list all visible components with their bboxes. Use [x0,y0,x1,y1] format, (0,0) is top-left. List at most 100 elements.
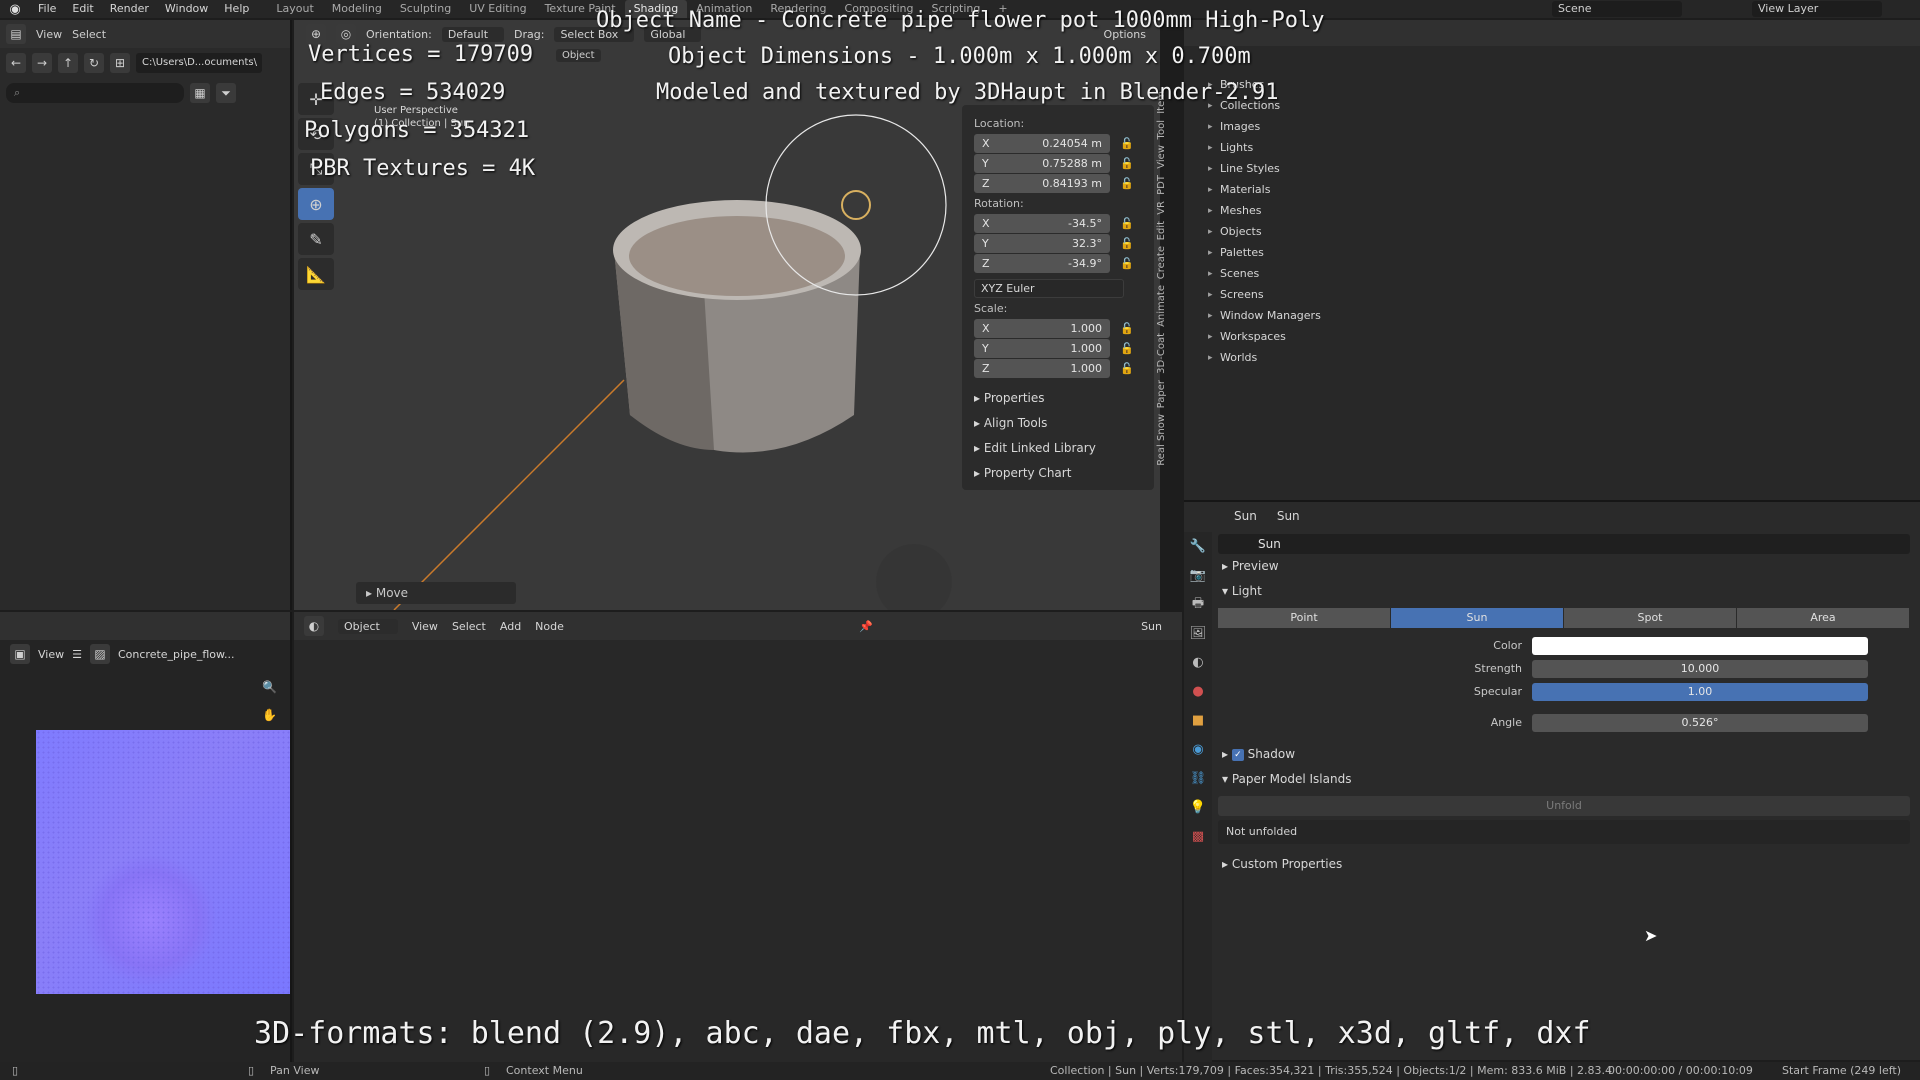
node-mode-dropdown[interactable]: Object [338,618,398,634]
vtab-animate[interactable]: Animate [1156,285,1167,327]
outliner-item-images[interactable]: ▸ Images [1184,116,1920,137]
image-browse-icon[interactable]: ▨ [89,644,110,664]
outliner-item-worlds[interactable]: ▸ Worlds [1184,347,1920,368]
vtab-real-snow[interactable]: Real Snow [1156,414,1167,466]
image-name-field[interactable]: Concrete_pipe_flow... [118,648,234,661]
node-editor[interactable]: ◐ Object View Select Add Node 📌 Sun [294,612,1182,1062]
header-object-name[interactable]: Sun [1234,509,1257,523]
vtab-view[interactable]: View [1156,145,1167,169]
lock-icon[interactable]: 🔓 [1120,257,1136,270]
scale-z[interactable]: Z 1.000 🔓 [974,359,1148,378]
lock-icon[interactable]: 🔓 [1120,217,1136,230]
zoom-icon[interactable]: 🔍 [262,680,277,694]
lock-icon[interactable]: 🔓 [1120,342,1136,355]
physics-tab-icon[interactable]: ◉ [1184,735,1212,764]
light-datablock-field[interactable]: Sun [1218,534,1910,554]
display-mode-icon[interactable]: ▦ [190,83,210,103]
forward-arrow-icon[interactable]: → [32,53,52,73]
rotation-x[interactable]: X -34.5° 🔓 [974,214,1148,233]
world-tab-icon[interactable]: ● [1184,677,1212,706]
menu-help[interactable]: Help [216,0,257,18]
custom-properties-panel[interactable]: ▸ Custom Properties [1218,852,1910,877]
view-layer-selector[interactable]: View Layer [1752,1,1882,17]
blender-logo-icon[interactable]: ◉ [0,0,30,18]
location-z[interactable]: Z 0.84193 m 🔓 [974,174,1148,193]
unfold-button[interactable]: Unfold [1218,796,1910,816]
shadow-checkbox[interactable]: ✓ [1231,748,1244,761]
scene-selector[interactable]: Scene [1552,1,1682,17]
fb-menu-select[interactable]: Select [72,28,106,41]
lock-icon[interactable]: 🔓 [1120,322,1136,335]
path-field[interactable]: C:\Users\D...ocuments\ [136,53,262,73]
outliner-item-scenes[interactable]: ▸ Scenes [1184,263,1920,284]
image-editor[interactable]: ▣ View ☰ ▨ Concrete_pipe_flow... 🔍 ✋ [0,612,292,1062]
tab-uv-editing[interactable]: UV Editing [460,0,535,18]
vtab-paper[interactable]: Paper [1156,380,1167,408]
vtab-create[interactable]: Create [1156,246,1167,279]
image-editor-type-icon[interactable]: ▣ [10,644,30,664]
menu-icon[interactable]: ☰ [72,648,82,661]
node-menu-select[interactable]: Select [452,620,486,633]
lock-icon[interactable]: 🔓 [1120,362,1136,375]
outliner-item-collections[interactable]: ▸ Collections [1184,95,1920,116]
image-view-menu[interactable]: View [38,648,64,661]
rotation-mode-dropdown[interactable]: XYZ Euler [974,279,1124,298]
menu-window[interactable]: Window [157,0,216,18]
preview-panel[interactable]: ▸ Preview [1218,554,1910,579]
outliner-item-palettes[interactable]: ▸ Palettes [1184,242,1920,263]
pin-icon[interactable]: 📌 [859,620,873,633]
outliner-item-lights[interactable]: ▸ Lights [1184,137,1920,158]
slot-dropdown[interactable]: Sun [1141,620,1162,633]
texture-tab-icon[interactable]: ▩ [1184,822,1212,851]
navigation-ball[interactable] [876,544,952,610]
section-edit-linked-library[interactable]: ▸ Edit Linked Library [974,436,1148,461]
constraints-tab-icon[interactable]: ⛓ [1184,764,1212,793]
color-swatch[interactable] [1532,636,1868,655]
last-operator-panel[interactable]: ▸ Move [356,582,516,604]
vtab-edit[interactable]: Edit [1156,221,1167,240]
header-data-name[interactable]: Sun [1277,509,1300,523]
new-folder-icon[interactable]: ⊞ [110,53,130,73]
rotation-z[interactable]: Z -34.9° 🔓 [974,254,1148,273]
outliner-item-meshes[interactable]: ▸ Meshes [1184,200,1920,221]
render-tab-icon[interactable]: 📷 [1184,561,1212,590]
outliner-item-screens[interactable]: ▸ Screens [1184,284,1920,305]
scale-x[interactable]: X 1.000 🔓 [974,319,1148,338]
outliner-item-line-styles[interactable]: ▸ Line Styles [1184,158,1920,179]
lock-icon[interactable]: 🔓 [1120,237,1136,250]
scale-y[interactable]: Y 1.000 🔓 [974,339,1148,358]
section-property-chart[interactable]: ▸ Property Chart [974,461,1148,486]
lock-icon[interactable]: 🔓 [1120,137,1136,150]
vtab-tool[interactable]: Tool [1156,120,1167,139]
filter-icon[interactable]: ⏷ [216,83,236,103]
outliner-item-workspaces[interactable]: ▸ Workspaces [1184,326,1920,347]
tab-modeling[interactable]: Modeling [323,0,391,18]
output-tab-icon[interactable]: 🖶 [1184,590,1212,619]
node-menu-view[interactable]: View [412,620,438,633]
search-input[interactable]: ⌕ [6,83,184,103]
lock-icon[interactable]: 🔓 [1120,177,1136,190]
strength-field[interactable]: 10.000 [1532,659,1868,678]
fb-menu-view[interactable]: View [36,28,62,41]
node-menu-add[interactable]: Add [500,620,521,633]
light-origin[interactable] [841,190,871,220]
light-data-tab-icon[interactable]: 💡 [1184,793,1212,822]
section-properties[interactable]: ▸ Properties [974,386,1148,411]
location-y[interactable]: Y 0.75288 m 🔓 [974,154,1148,173]
angle-field[interactable]: 0.526° [1532,713,1868,732]
vtab-3d-coat[interactable]: 3D-Coat [1156,333,1167,374]
menu-edit[interactable]: Edit [64,0,101,18]
light-type-area[interactable]: Area [1737,608,1909,628]
node-editor-type-icon[interactable]: ◐ [304,616,324,636]
vtab-vr[interactable]: VR [1156,201,1167,215]
tool-tab-icon[interactable]: 🔧 [1184,532,1212,561]
outliner-item-materials[interactable]: ▸ Materials [1184,179,1920,200]
node-menu-node[interactable]: Node [535,620,564,633]
tab-layout[interactable]: Layout [267,0,322,18]
paper-model-panel[interactable]: ▾ Paper Model Islands [1218,767,1910,792]
flower-pot-mesh[interactable] [613,200,861,453]
tab-sculpting[interactable]: Sculpting [391,0,460,18]
light-type-spot[interactable]: Spot [1564,608,1736,628]
scene-tab-icon[interactable]: ◐ [1184,648,1212,677]
parent-dir-icon[interactable]: ↑ [58,53,78,73]
